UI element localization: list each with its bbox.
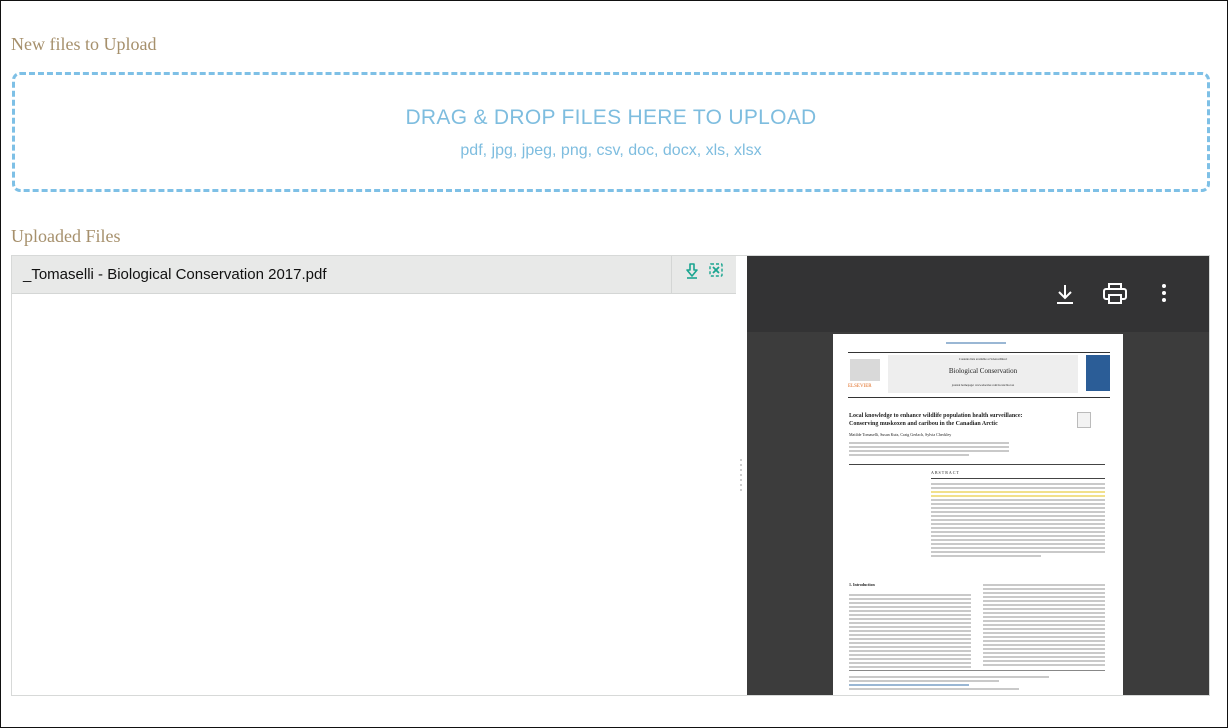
pdf-page-preview: ELSEVIER Contents lists available at Sci… [833,334,1123,695]
journal-name: Biological Conservation [948,367,1018,375]
remove-icon[interactable] [709,263,723,282]
download-icon[interactable] [685,263,699,284]
publisher-logo [850,359,880,381]
journal-homepage: journal homepage: www.elsevier.com/locat… [951,383,1015,387]
publisher-name: ELSEVIER [848,384,872,389]
file-actions [671,256,737,293]
file-list: _Tomaselli - Biological Conservation 201… [12,256,736,695]
journal-header: ELSEVIER Contents lists available at Sci… [848,352,1110,398]
file-dropzone[interactable]: DRAG & DROP FILES HERE TO UPLOAD pdf, jp… [12,72,1210,192]
uploaded-files-title: Uploaded Files [11,226,121,246]
crossmark-icon [1077,412,1091,428]
journal-cover [1086,355,1110,391]
uploaded-files-panel: _Tomaselli - Biological Conservation 201… [11,255,1210,696]
download-icon[interactable] [1055,283,1075,310]
intro-heading: 1. Introduction [849,582,875,587]
abstract-heading: ABSTRACT [931,470,960,475]
viewer-toolbar [747,256,1209,332]
more-vert-icon[interactable] [1161,283,1167,308]
file-name[interactable]: _Tomaselli - Biological Conservation 201… [23,266,327,283]
article-title-line2: Conserving muskoxen and caribou in the C… [849,421,998,427]
new-files-title: New files to Upload [11,34,157,54]
contents-line: Contents lists available at ScienceDirec… [958,357,1008,361]
resize-handle[interactable] [737,456,745,496]
file-row[interactable]: _Tomaselli - Biological Conservation 201… [12,256,736,294]
article-title-line1: Local knowledge to enhance wildlife popu… [849,413,1023,419]
page-frame: New files to Upload DRAG & DROP FILES HE… [0,0,1228,728]
dropzone-formats: pdf, jpg, jpeg, png, csv, doc, docx, xls… [460,142,762,159]
dropzone-title: DRAG & DROP FILES HERE TO UPLOAD [405,106,817,129]
pdf-viewer[interactable]: ELSEVIER Contents lists available at Sci… [747,256,1209,695]
article-authors: Matilde Tomaselli, Susan Kutz, Craig Ger… [849,432,952,437]
print-icon[interactable] [1103,283,1127,310]
